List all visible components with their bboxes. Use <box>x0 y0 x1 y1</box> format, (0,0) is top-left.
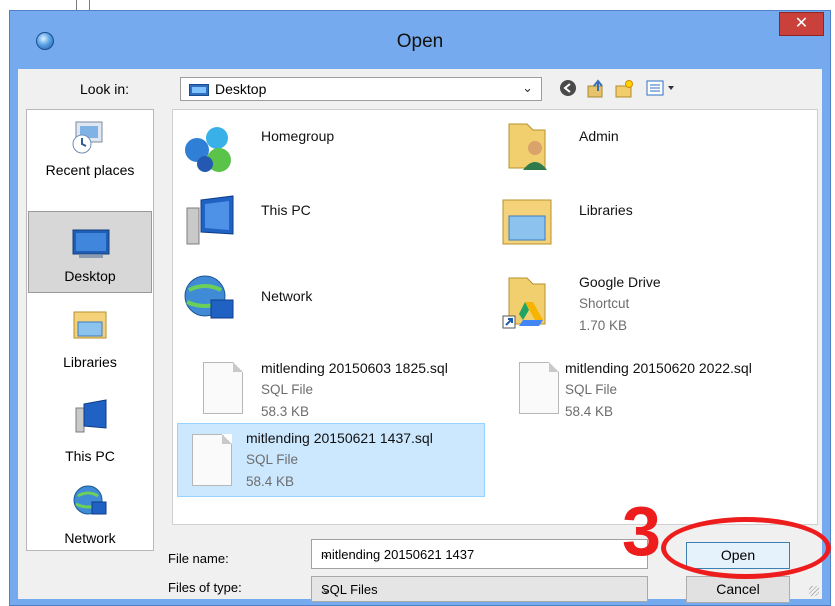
places-bar: Recent places Desktop Libraries This PC … <box>26 109 154 551</box>
recent-places-icon <box>72 121 103 154</box>
place-this-pc[interactable]: This PC <box>27 390 153 472</box>
file-name: Google Drive <box>579 274 661 290</box>
file-name: Libraries <box>579 202 633 218</box>
network-icon <box>184 275 234 319</box>
chevron-down-icon[interactable]: ⌄ <box>321 547 639 561</box>
file-type: Shortcut <box>579 296 630 311</box>
back-button[interactable] <box>558 79 578 99</box>
open-dialog: Open ✕ Look in: Desktop ⌄ Recent places <box>9 10 831 606</box>
this-pc-icon <box>75 399 107 433</box>
file-name: mitlending 20150620 2022.sql <box>565 360 752 376</box>
dialog-body: Look in: Desktop ⌄ Recent places Desktop… <box>18 69 822 603</box>
place-recent-places[interactable]: Recent places <box>27 112 153 192</box>
file-name-label: File name: <box>168 551 229 566</box>
chevron-down-icon: ⌄ <box>321 582 332 596</box>
back-arrow-icon <box>560 80 576 96</box>
place-label: Desktop <box>64 268 116 284</box>
place-label: Network <box>64 530 116 546</box>
file-name: Network <box>261 288 313 304</box>
file-item-sql-selected[interactable]: mitlending 20150621 1437.sql SQL File 58… <box>177 423 485 497</box>
look-in-value: Desktop <box>215 81 267 97</box>
cancel-button[interactable]: Cancel <box>686 576 790 603</box>
homegroup-icon <box>185 127 231 172</box>
sql-file-icon <box>192 434 232 486</box>
window-title: Open <box>396 31 444 52</box>
libraries-icon <box>502 199 552 245</box>
highlight-ellipse-annotation <box>661 517 831 579</box>
sql-file-icon <box>203 362 243 414</box>
look-in-label: Look in: <box>80 81 130 97</box>
file-item-sql[interactable]: mitlending 20150603 1825.sql SQL File 58… <box>177 354 487 426</box>
file-list: Homegroup Admin This PC Libraries Networ… <box>172 109 818 525</box>
network-icon <box>73 485 107 515</box>
up-folder-button[interactable] <box>586 79 606 99</box>
view-menu-button[interactable] <box>644 79 680 99</box>
user-folder-icon <box>508 123 547 170</box>
resize-grip[interactable] <box>809 586 819 596</box>
file-name: This PC <box>261 202 311 218</box>
close-button[interactable]: ✕ <box>779 12 824 36</box>
file-type: SQL File <box>565 382 618 397</box>
file-item-this-pc[interactable]: This PC <box>177 192 477 256</box>
place-network[interactable]: Network <box>27 482 153 552</box>
libraries-icon <box>73 311 107 339</box>
step-number-annotation: 3 <box>622 492 661 570</box>
file-item-homegroup[interactable]: Homegroup <box>177 118 477 182</box>
file-type: SQL File <box>261 382 314 397</box>
file-item-libraries[interactable]: Libraries <box>495 192 795 256</box>
title-bar[interactable]: Open ✕ <box>10 11 830 69</box>
file-size: 1.70 KB <box>579 318 628 333</box>
file-item-admin[interactable]: Admin <box>495 118 795 182</box>
look-in-dropdown[interactable]: Desktop ⌄ <box>180 77 542 101</box>
place-label: Libraries <box>63 354 117 370</box>
desktop-folder-icon <box>189 84 209 96</box>
file-size: 58.4 KB <box>246 474 295 489</box>
file-name: Admin <box>579 128 619 144</box>
file-type: SQL File <box>246 452 299 467</box>
file-item-network[interactable]: Network <box>177 268 477 332</box>
up-folder-icon <box>587 79 603 98</box>
sql-file-icon <box>519 362 559 414</box>
place-label: Recent places <box>45 162 135 178</box>
file-name: mitlending 20150621 1437.sql <box>246 430 433 446</box>
file-item-sql[interactable]: mitlending 20150620 2022.sql SQL File 58… <box>495 354 813 426</box>
place-label: This PC <box>65 448 115 464</box>
place-desktop[interactable]: Desktop <box>28 211 152 293</box>
file-name: mitlending 20150603 1825.sql <box>261 360 448 376</box>
file-name-input[interactable]: mitlending 20150621 1437 ⌄ <box>311 539 648 569</box>
file-type-label: Files of type: <box>168 580 242 595</box>
this-pc-icon <box>186 195 234 245</box>
file-size: 58.4 KB <box>565 404 614 419</box>
chevron-down-icon: ⌄ <box>522 80 533 95</box>
place-libraries[interactable]: Libraries <box>27 306 153 388</box>
file-type-select[interactable]: SQL Files ⌄ <box>311 576 648 602</box>
google-drive-shortcut-icon <box>502 277 546 329</box>
background-window-edge <box>76 0 90 10</box>
file-item-google-drive[interactable]: Google Drive Shortcut 1.70 KB <box>495 268 795 346</box>
file-name: Homegroup <box>261 128 335 144</box>
new-folder-button[interactable] <box>614 79 634 99</box>
file-size: 58.3 KB <box>261 404 310 419</box>
view-menu-icon <box>646 80 674 96</box>
new-folder-icon <box>615 80 633 98</box>
desktop-icon <box>72 229 110 258</box>
